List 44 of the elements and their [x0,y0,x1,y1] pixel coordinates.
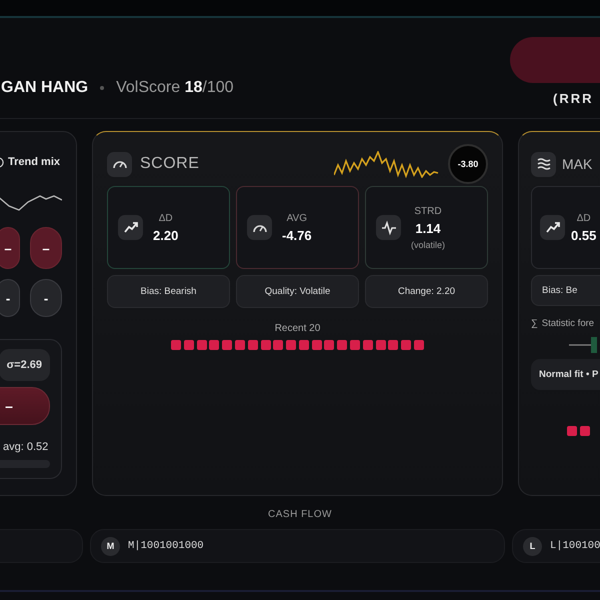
trend-icon [540,215,565,240]
row-badge: M [101,536,120,556]
flow-code: M|1001001000 [128,540,204,552]
gauge-icon [107,152,132,176]
sigma-icon: ∑ [531,318,538,329]
stat-label: Statistic fore [542,318,594,329]
metric-label: ΔD [158,212,173,224]
panel-title: Trend mix [8,156,60,168]
info-chip: Bias: Be [531,275,600,306]
volscore-text: VolScore 18/100 [116,79,234,97]
value-pill: - [30,279,62,317]
waves-icon [531,152,556,176]
distribution-drawing [569,337,597,353]
row-badge: L [523,536,542,556]
average-text: avg: 0.52 [3,441,48,453]
metric-note: (volatile) [411,240,446,250]
metric-label: STRD [414,206,442,216]
metric-value: 0.55 [571,228,596,242]
info-chip: Quality: Volatile [236,275,359,308]
score-badge: -3.80 [448,144,488,184]
separator-dot [100,86,104,90]
pulse-icon [376,215,401,240]
trend-icon [118,215,143,240]
metric-label: AVG [286,212,308,224]
value-pill: – [0,227,20,269]
section-title: CASH FLOW [267,509,333,520]
value-pill: – [0,387,50,425]
metric-value: 1.14 [415,220,441,236]
panel-title: SCORE [140,155,200,173]
metric-value: -4.76 [282,228,312,242]
page-title: GAN HANG [1,79,88,97]
panel-title: MAK [562,156,592,172]
sigma-chip: σ=2.69 [0,349,50,381]
value-pill: - [0,279,20,317]
metric-label: ΔD [576,212,591,224]
info-chip: Change: 2.20 [365,275,488,308]
metric-value: 2.20 [153,228,178,242]
info-chip: Bias: Bearish [107,275,230,308]
value-pill: – [30,227,62,269]
flow-code: L|100100 [550,540,600,552]
action-caption: (RRR [553,91,594,106]
gauge-icon [247,215,272,240]
fit-chip: Normal fit • P [531,359,600,390]
recent-label: Recent 20 [274,323,322,334]
